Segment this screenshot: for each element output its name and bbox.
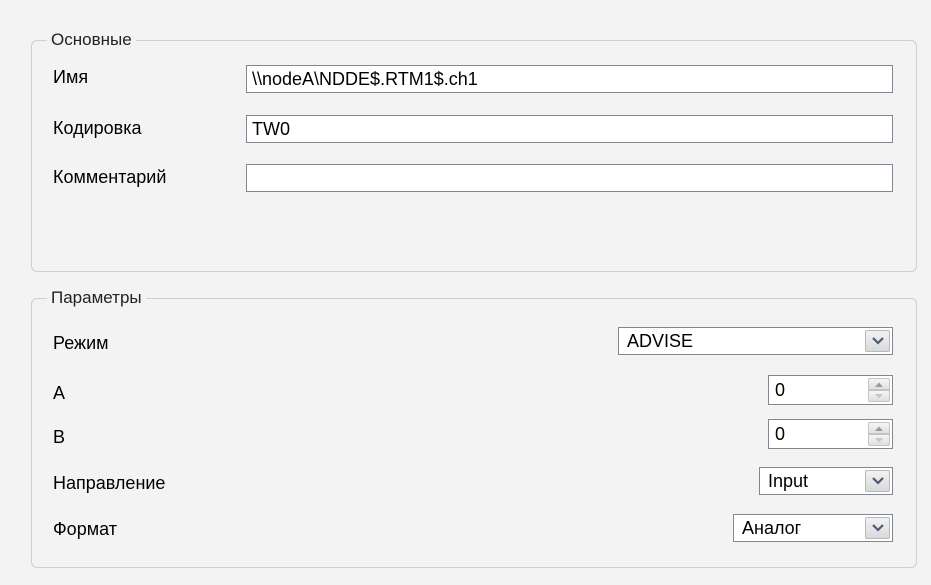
b-spin-down-button[interactable] [868, 434, 890, 446]
basic-group: Основные Имя \\nodeA\NDDE$.RTM1$.ch1 Код… [31, 28, 917, 272]
direction-select-value: Input [768, 471, 809, 491]
b-spin-up-button[interactable] [868, 422, 890, 434]
b-label: B [53, 427, 66, 447]
arrow-down-icon [875, 394, 883, 399]
chevron-down-icon [872, 337, 884, 345]
a-spin-up-button[interactable] [868, 378, 890, 390]
chevron-down-icon [872, 477, 884, 485]
arrow-up-icon [875, 426, 883, 431]
chevron-down-icon [872, 524, 884, 532]
direction-dropdown-button[interactable] [865, 470, 890, 492]
direction-label: Направление [53, 473, 166, 493]
params-group: Параметры Режим ADVISE A 0 B 0 Направлен… [31, 286, 917, 568]
encoding-label: Кодировка [53, 118, 142, 138]
arrow-down-icon [875, 438, 883, 443]
b-spinner[interactable]: 0 [768, 419, 893, 449]
mode-select[interactable]: ADVISE [618, 327, 893, 355]
format-dropdown-button[interactable] [865, 517, 890, 539]
a-label: A [53, 383, 66, 403]
a-spinner-value: 0 [775, 380, 786, 400]
format-label: Формат [53, 519, 117, 539]
comment-label: Комментарий [53, 167, 167, 187]
a-spinner-buttons [868, 378, 890, 402]
b-spinner-value: 0 [775, 424, 786, 444]
encoding-field[interactable]: TW0 [246, 115, 893, 143]
a-spin-down-button[interactable] [868, 390, 890, 402]
mode-dropdown-button[interactable] [865, 330, 890, 352]
basic-group-legend: Основные [47, 28, 136, 52]
arrow-up-icon [875, 382, 883, 387]
format-select[interactable]: Аналог [733, 514, 893, 542]
a-spinner[interactable]: 0 [768, 375, 893, 405]
format-select-value: Аналог [742, 518, 802, 538]
comment-field[interactable] [246, 164, 893, 192]
name-label: Имя [53, 67, 89, 87]
properties-panel: Основные Имя \\nodeA\NDDE$.RTM1$.ch1 Код… [0, 0, 931, 585]
direction-select[interactable]: Input [759, 467, 893, 495]
b-spinner-buttons [868, 422, 890, 446]
params-group-legend: Параметры [47, 286, 146, 310]
name-field[interactable]: \\nodeA\NDDE$.RTM1$.ch1 [246, 65, 893, 93]
mode-label: Режим [53, 333, 109, 353]
mode-select-value: ADVISE [627, 331, 694, 351]
